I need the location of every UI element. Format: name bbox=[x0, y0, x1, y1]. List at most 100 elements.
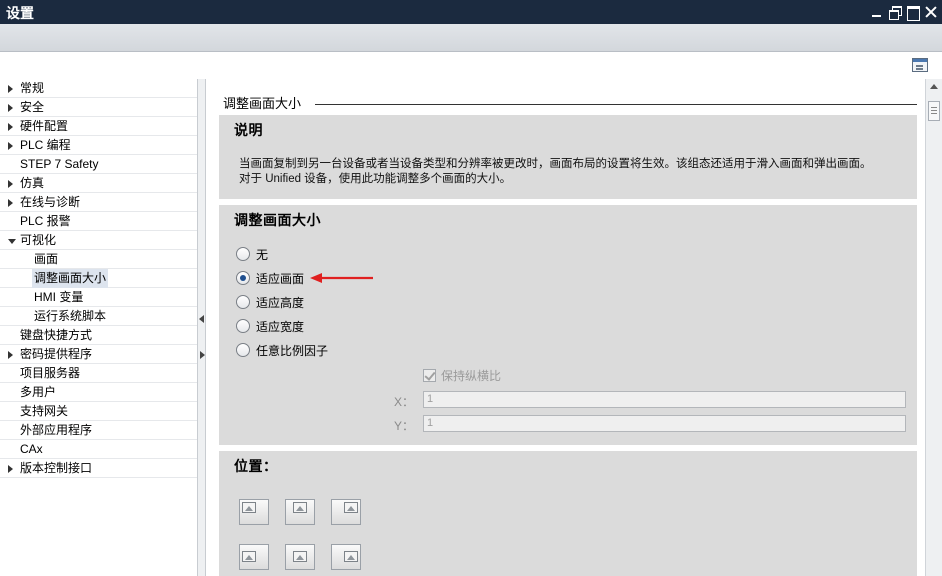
close-icon[interactable] bbox=[924, 5, 938, 19]
tree-item[interactable]: 硬件配置 bbox=[0, 117, 197, 136]
radio-label: 适应画面 bbox=[256, 271, 305, 286]
tree-item[interactable]: 可视化 bbox=[0, 231, 197, 250]
radio-button[interactable] bbox=[236, 319, 250, 333]
scroll-up-icon[interactable] bbox=[930, 84, 938, 89]
tree-item[interactable]: STEP 7 Safety bbox=[0, 155, 197, 174]
collapsed-arrow-icon[interactable] bbox=[8, 142, 13, 150]
window-controls bbox=[870, 5, 938, 21]
tree-item-label: HMI 变量 bbox=[34, 290, 84, 304]
collapse-left-icon[interactable] bbox=[199, 315, 204, 323]
section-title: 调整画面大小 bbox=[223, 93, 308, 112]
description-line-2: 对于 Unified 设备，使用此功能调整多个画面的大小。 bbox=[239, 173, 512, 185]
toolbar bbox=[0, 24, 942, 52]
minimize-icon[interactable] bbox=[870, 5, 884, 19]
tree-item[interactable]: 外部应用程序 bbox=[0, 421, 197, 440]
tree-item[interactable]: PLC 报警 bbox=[0, 212, 197, 231]
tree-item-label: 安全 bbox=[20, 100, 45, 114]
tree-item-label: 多用户 bbox=[20, 385, 57, 399]
tree-item[interactable]: PLC 编程 bbox=[0, 136, 197, 155]
radio-fit-height[interactable]: 适应高度 bbox=[236, 293, 304, 311]
tree-item[interactable]: 项目服务器 bbox=[0, 364, 197, 383]
tree-item[interactable]: 键盘快捷方式 bbox=[0, 326, 197, 345]
radio-button[interactable] bbox=[236, 247, 250, 261]
tree-item[interactable]: HMI 变量 bbox=[0, 288, 197, 307]
tree-item-label-selected: 调整画面大小 bbox=[32, 269, 109, 288]
title-bar: 设置 bbox=[0, 0, 942, 24]
position-top-left-button[interactable] bbox=[239, 499, 269, 525]
tree-item-label: STEP 7 Safety bbox=[20, 157, 99, 171]
expand-right-icon[interactable] bbox=[200, 351, 205, 359]
tree-item[interactable]: 运行系统脚本 bbox=[0, 307, 197, 326]
tree-item-label: 项目服务器 bbox=[20, 366, 81, 380]
tree-item-label: 版本控制接口 bbox=[20, 461, 93, 475]
position-middle-right-button[interactable] bbox=[331, 544, 361, 570]
y-label: Y： bbox=[394, 419, 415, 433]
y-field[interactable]: 1 bbox=[423, 415, 906, 432]
radio-label: 无 bbox=[256, 247, 269, 262]
collapsed-arrow-icon[interactable] bbox=[8, 180, 13, 188]
position-middle-center-button[interactable] bbox=[285, 544, 315, 570]
checkbox[interactable] bbox=[423, 369, 436, 382]
radio-label: 适应宽度 bbox=[256, 319, 305, 334]
position-panel: 位置： bbox=[219, 451, 917, 576]
x-field[interactable]: 1 bbox=[423, 391, 906, 408]
tree-item-label: CAx bbox=[20, 442, 43, 456]
radio-fit-screen[interactable]: 适应画面 bbox=[236, 269, 304, 287]
resize-panel: 调整画面大小 无 适应画面 适应高度 适应宽度 任意比例因子 保持纵横比 X： … bbox=[219, 205, 917, 445]
image-icon bbox=[344, 551, 358, 562]
tree-item[interactable]: 在线与诊断 bbox=[0, 193, 197, 212]
collapsed-arrow-icon[interactable] bbox=[8, 199, 13, 207]
tree-item[interactable]: 调整画面大小 bbox=[0, 269, 197, 288]
radio-button-selected[interactable] bbox=[236, 271, 250, 285]
resize-title: 调整画面大小 bbox=[234, 212, 321, 228]
position-top-right-button[interactable] bbox=[331, 499, 361, 525]
maximize-icon[interactable] bbox=[906, 5, 920, 21]
tree-item-label: 常规 bbox=[20, 81, 45, 95]
tree-item-label: 仿真 bbox=[20, 176, 45, 190]
tree-item[interactable]: 版本控制接口 bbox=[0, 459, 197, 478]
restore-icon[interactable] bbox=[888, 5, 902, 20]
settings-tree: 常规安全硬件配置 PLC 编程 STEP 7 Safety 仿真在线与诊断 PLC 报警… bbox=[0, 79, 198, 576]
layout-settings-icon[interactable] bbox=[912, 58, 928, 72]
keep-aspect-ratio-checkbox[interactable]: 保持纵横比 bbox=[423, 367, 501, 384]
collapsed-arrow-icon[interactable] bbox=[8, 351, 13, 359]
radio-none[interactable]: 无 bbox=[236, 245, 268, 263]
tree-item-label: 外部应用程序 bbox=[20, 423, 93, 437]
radio-fit-width[interactable]: 适应宽度 bbox=[236, 317, 304, 335]
tree-item[interactable]: 密码提供程序 bbox=[0, 345, 197, 364]
section-divider bbox=[315, 104, 917, 105]
collapsed-arrow-icon[interactable] bbox=[8, 85, 13, 93]
description-text: 当画面复制到另一台设备或者当设备类型和分辨率被更改时，画面布局的设置将生效。该组… bbox=[239, 157, 872, 187]
position-top-center-button[interactable] bbox=[285, 499, 315, 525]
expanded-arrow-icon[interactable] bbox=[8, 239, 16, 244]
position-middle-left-button[interactable] bbox=[239, 544, 269, 570]
annotation-arrow-icon bbox=[310, 273, 373, 283]
tree-item[interactable]: 画面 bbox=[0, 250, 197, 269]
scroll-thumb[interactable] bbox=[928, 101, 940, 121]
tree-item[interactable]: 支持网关 bbox=[0, 402, 197, 421]
tree-item-label: 硬件配置 bbox=[20, 119, 69, 133]
x-label: X： bbox=[394, 395, 415, 409]
tree-item[interactable]: 常规 bbox=[0, 79, 197, 98]
tree-item[interactable]: 仿真 bbox=[0, 174, 197, 193]
tree-item-label: PLC 编程 bbox=[20, 138, 71, 152]
tree-item[interactable]: 安全 bbox=[0, 98, 197, 117]
checkbox-label: 保持纵横比 bbox=[441, 369, 502, 383]
radio-button[interactable] bbox=[236, 343, 250, 357]
radio-scale-factor[interactable]: 任意比例因子 bbox=[236, 341, 328, 359]
tree-item-label: 支持网关 bbox=[20, 404, 69, 418]
tree-item[interactable]: 多用户 bbox=[0, 383, 197, 402]
collapsed-arrow-icon[interactable] bbox=[8, 104, 13, 112]
collapsed-arrow-icon[interactable] bbox=[8, 123, 13, 131]
radio-button[interactable] bbox=[236, 295, 250, 309]
image-icon bbox=[293, 502, 307, 513]
main-content: 调整画面大小 说明 当画面复制到另一台设备或者当设备类型和分辨率被更改时，画面布… bbox=[207, 79, 925, 576]
tree-item-label: 可视化 bbox=[20, 233, 57, 247]
collapsed-arrow-icon[interactable] bbox=[8, 465, 13, 473]
splitter[interactable] bbox=[198, 79, 206, 576]
image-icon bbox=[293, 551, 307, 562]
tree-item[interactable]: CAx bbox=[0, 440, 197, 459]
vertical-scrollbar[interactable] bbox=[925, 79, 942, 576]
tree-item-label: 运行系统脚本 bbox=[34, 309, 107, 323]
image-icon bbox=[242, 502, 256, 513]
